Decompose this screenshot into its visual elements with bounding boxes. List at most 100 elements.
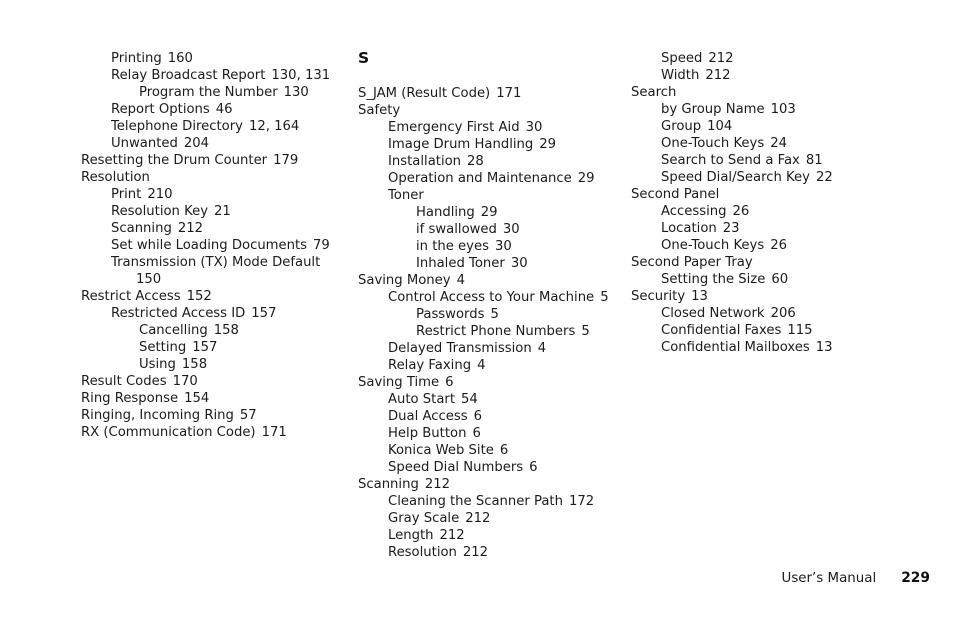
index-entry-page-number: 6	[445, 375, 454, 390]
index-entry-page-number: 157	[192, 340, 218, 355]
index-entry: Speed Dial/Search Key 22	[631, 169, 931, 186]
index-entry-text: Gray Scale	[388, 511, 460, 526]
index-entry-page-number: 115	[787, 323, 813, 338]
index-entry-page-number: 13	[691, 289, 708, 304]
index-entry-text: Restrict Access	[81, 289, 181, 304]
footer-page-number: 229	[901, 570, 930, 586]
index-entry: Restrict Phone Numbers 5	[358, 323, 620, 340]
index-entry-page-number: 30	[510, 256, 528, 271]
index-entry-text: S_JAM (Result Code)	[358, 86, 491, 101]
index-entry: Second Panel	[631, 186, 931, 203]
index-entry-text: Setting	[139, 340, 187, 355]
index-entry-text: Control Access to Your Machine	[388, 290, 595, 305]
index-entry-text: Scanning	[111, 221, 172, 236]
index-entry-text: Image Drum Handling	[388, 137, 534, 152]
index-entry-page-number: 4	[477, 358, 486, 373]
index-entry-text: Width	[661, 68, 700, 83]
index-entry-page-number: 60	[771, 272, 789, 287]
index-entry-text: Setting the Size	[661, 272, 766, 287]
index-entry: Operation and Maintenance 29	[358, 170, 620, 187]
index-entry-text: Using	[139, 357, 176, 372]
index-entry-text: Toner	[388, 188, 424, 203]
index-entry-page-number: 154	[184, 391, 210, 406]
index-entry-page-number: 206	[770, 306, 796, 321]
index-entry: Setting 157	[81, 339, 343, 356]
index-entry: Control Access to Your Machine 5	[358, 289, 620, 306]
index-entry: Confidential Faxes 115	[631, 322, 931, 339]
index-entry: Help Button 6	[358, 425, 620, 442]
index-entry: Restrict Access 152	[81, 288, 343, 305]
index-entry-page-number: 104	[707, 119, 733, 134]
index-entry-text: Passwords	[416, 307, 485, 322]
index-entry-text: Ringing, Incoming Ring	[81, 408, 234, 423]
index-entry-text: Result Codes	[81, 374, 167, 389]
index-entry-page-number: 6	[473, 409, 482, 424]
index-entry-page-number: 30	[525, 120, 543, 135]
index-entry-text: Resolution	[388, 545, 457, 560]
index-entry: Auto Start 54	[358, 391, 620, 408]
index-entry: Second Paper Tray	[631, 254, 931, 271]
index-entry-page-number: 5	[490, 307, 499, 322]
index-entry-text: Closed Network	[661, 306, 765, 321]
index-entry: Inhaled Toner 30	[358, 255, 620, 272]
index-entry: Telephone Directory 12, 164	[81, 118, 343, 135]
index-entry-page-number: 29	[577, 171, 595, 186]
index-entry-page-number: 179	[273, 153, 299, 168]
index-entry: Speed 212	[631, 50, 931, 67]
index-entry-page-number: 212	[708, 51, 734, 66]
index-entry-text: Resolution	[81, 170, 150, 185]
index-entry-page-number: 24	[770, 136, 787, 151]
index-entry-page-number: 28	[467, 154, 484, 169]
index-entry-text: Restrict Phone Numbers	[416, 324, 576, 339]
index-entry-page-number: 160	[167, 51, 193, 66]
index-entry-text: Resolution Key	[111, 204, 209, 219]
index-entry-text: 150	[136, 272, 162, 287]
index-entry: Cancelling 158	[81, 322, 343, 339]
index-entry: Resolution 212	[358, 544, 620, 561]
index-entry-text: Length	[388, 528, 434, 543]
index-entry-page-number: 170	[172, 374, 198, 389]
index-entry-page-number: 130	[283, 85, 309, 100]
index-entry-text: Second Panel	[631, 187, 720, 202]
index-entry: Delayed Transmission 4	[358, 340, 620, 357]
index-entry-text: Speed Dial/Search Key	[661, 170, 810, 185]
index-entry: Speed Dial Numbers 6	[358, 459, 620, 476]
index-entry-text: if swallowed	[416, 222, 497, 237]
index-entry: Restricted Access ID 157	[81, 305, 343, 322]
index-entry-page-number: 5	[581, 324, 590, 339]
index-entry-page-number: 22	[815, 170, 833, 185]
index-entry: Scanning 212	[358, 476, 620, 493]
index-entry: Ring Response 154	[81, 390, 343, 407]
index-entry: in the eyes 30	[358, 238, 620, 255]
index-entry-text: Second Paper Tray	[631, 255, 753, 270]
index-entry-text: Restricted Access ID	[111, 306, 246, 321]
index-entry-text: Safety	[358, 103, 401, 118]
index-entry: Resolution Key 21	[81, 203, 343, 220]
index-entry: Transmission (TX) Mode Default	[81, 254, 343, 271]
index-entry: Setting the Size 60	[631, 271, 931, 288]
index-entry-text: Transmission (TX) Mode Default	[111, 255, 321, 270]
index-entry: Ringing, Incoming Ring 57	[81, 407, 343, 424]
index-entry: Relay Faxing 4	[358, 357, 620, 374]
index-entry-page-number: 210	[147, 187, 173, 202]
index-entry: by Group Name 103	[631, 101, 931, 118]
index-entry: Saving Time 6	[358, 374, 620, 391]
index-entry-text: Cleaning the Scanner Path	[388, 494, 563, 509]
index-entry-page-number: 157	[251, 306, 277, 321]
index-entry: 150	[81, 271, 343, 288]
index-entry: Konica Web Site 6	[358, 442, 620, 459]
index-entry: One-Touch Keys 24	[631, 135, 931, 152]
index-entry-text: in the eyes	[416, 239, 489, 254]
index-entry: Location 23	[631, 220, 931, 237]
index-entry: Installation 28	[358, 153, 620, 170]
index-entry: One-Touch Keys 26	[631, 237, 931, 254]
index-entry-page-number: 21	[214, 204, 231, 219]
index-entry-text: Search	[631, 85, 677, 100]
index-entry-text: Cancelling	[139, 323, 208, 338]
index-entry-page-number: 57	[239, 408, 257, 423]
index-entry-text: Auto Start	[388, 392, 456, 407]
index-entry-text: Relay Broadcast Report	[111, 68, 266, 83]
index-entry: Closed Network 206	[631, 305, 931, 322]
index-entry-text: Saving Money	[358, 273, 451, 288]
index-entry-text: Speed Dial Numbers	[388, 460, 524, 475]
